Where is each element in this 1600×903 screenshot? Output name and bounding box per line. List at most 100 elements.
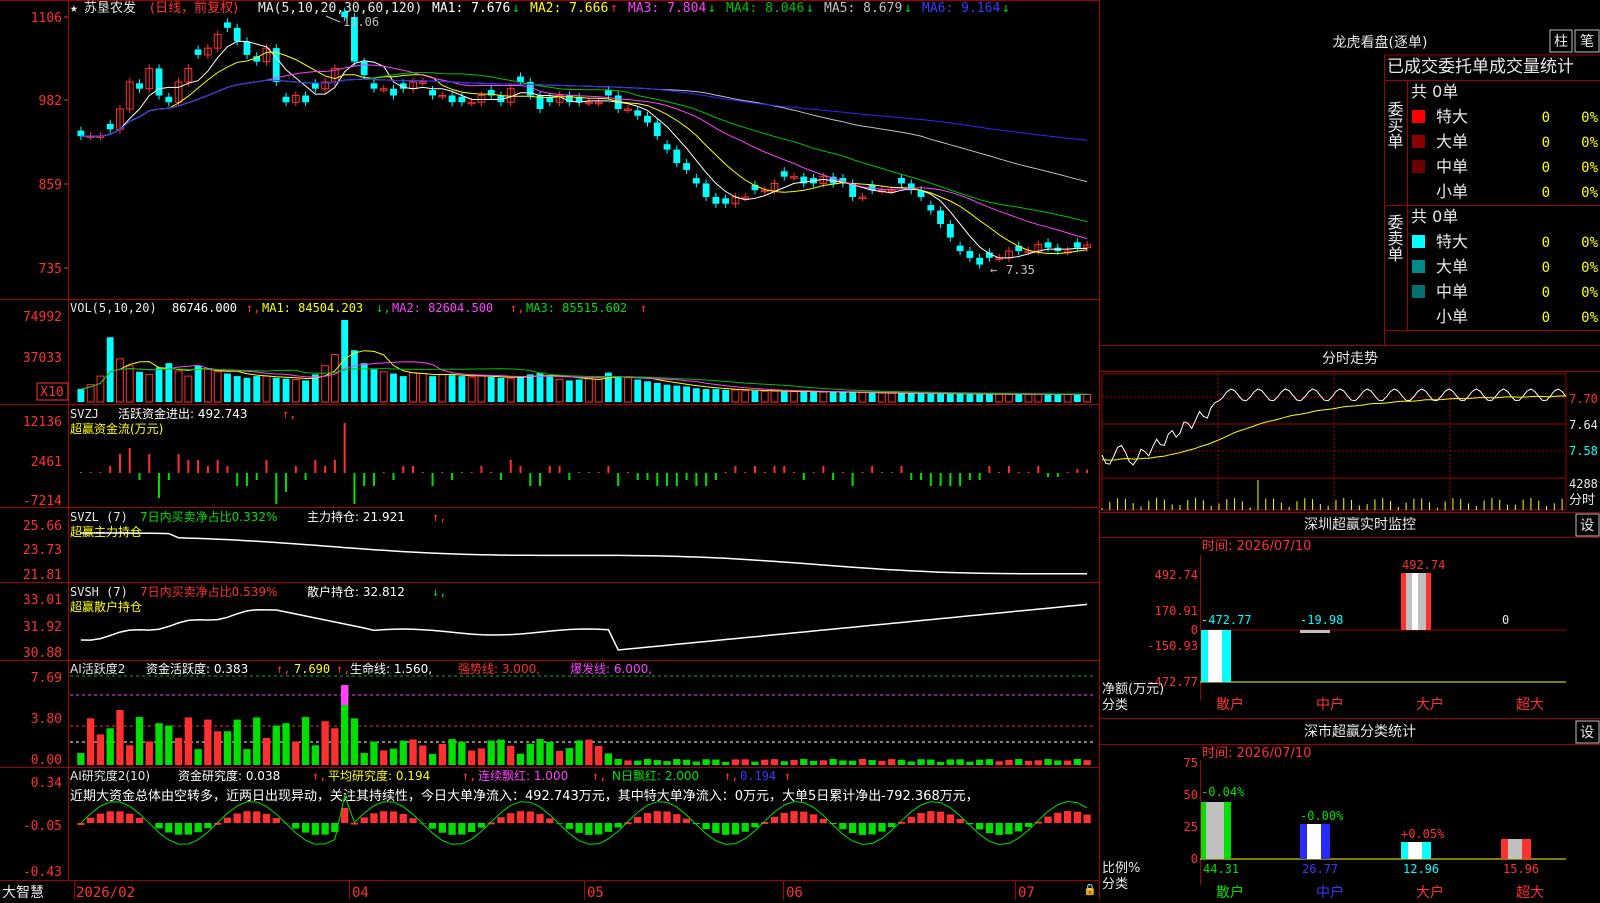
volume-bar (1006, 394, 1013, 402)
svzj-bar (774, 466, 776, 473)
ai-research-bar (292, 823, 299, 828)
ai-active-bar (917, 759, 924, 765)
volume-bar (1064, 394, 1071, 402)
order-size-swatch (1412, 285, 1425, 298)
ai-research-bar (175, 823, 182, 835)
ai-active-bar (575, 740, 582, 765)
ma-label: MA(5,10,20,30,60,120) (258, 1, 422, 16)
volume-bar (322, 366, 329, 402)
ai-research-bar (409, 818, 416, 823)
ai-research-bar (1083, 815, 1090, 823)
sz-monitor-settings-label[interactable]: 设 (1580, 518, 1594, 534)
ai-research-bar (917, 813, 924, 823)
ai-research-bar (693, 823, 700, 824)
svg-text:↑,: ↑, (276, 662, 290, 676)
svzj-bar (422, 472, 424, 473)
ai-research-bar (810, 814, 817, 823)
lhb-bar-label[interactable]: 柱 (1554, 34, 1568, 50)
volume-bar (136, 372, 143, 402)
volume-bar (664, 385, 671, 402)
svg-text:↓: ↓ (512, 1, 520, 16)
volume-ma-20 (81, 369, 1087, 395)
svzj-bar (217, 460, 219, 473)
stock-name[interactable]: 苏垦农发 (84, 0, 136, 16)
svzj-bar (236, 473, 238, 486)
ai-research-bar (732, 823, 739, 834)
svzj-bar (979, 473, 981, 480)
svg-text:492.74: 492.74 (1402, 558, 1445, 572)
ai-research-bar (536, 814, 543, 823)
svzj-bar (783, 466, 785, 473)
y-tick: 23.73 (23, 543, 62, 558)
ai-active-bar (742, 759, 749, 765)
ai-research-bar (468, 823, 475, 832)
ai-active-bar (273, 726, 280, 765)
candle-down (683, 163, 690, 170)
svg-text:↑: ↑ (640, 301, 647, 315)
ai-research-bar (771, 817, 778, 823)
svzj-bar (598, 472, 600, 473)
ma6-value: MA6: 9.164 (922, 1, 1000, 16)
candle-down (156, 68, 163, 95)
volume-bar (537, 373, 544, 402)
svg-text:↑,: ↑, (592, 769, 606, 783)
intraday-title: 分时走势 (1322, 351, 1378, 367)
ai-active-bar (458, 742, 465, 765)
vol-y-axis: 74992 37033 (23, 310, 62, 366)
svzj-bar (197, 460, 199, 473)
svzj-bar (1018, 472, 1020, 473)
ai-research-bar (585, 823, 592, 835)
svzj-bar (676, 473, 678, 486)
lhb-pen-label[interactable]: 笔 (1580, 34, 1594, 50)
ai-research-bar (986, 823, 993, 833)
svzj-bar (246, 473, 248, 486)
svsh-y-axis: 33.01 31.92 30.88 (23, 593, 62, 661)
ai-active-bar (478, 748, 485, 765)
svzj-bar (490, 472, 492, 473)
svzj-bar (168, 473, 170, 480)
ai-research-bar (781, 813, 788, 823)
ai-active-header: AI活跃度2 资金活跃度: 0.383 ↑, 7.690 ↑, 生命线: 1.5… (70, 661, 652, 676)
price-markers: 11.06 7.35 ← (326, 15, 1035, 277)
svg-text:15.96: 15.96 (1503, 862, 1539, 876)
volume-bar (77, 389, 84, 402)
buy-total: 共 0单 (1411, 82, 1458, 101)
ai-research-bar (527, 811, 534, 823)
lock-icon[interactable]: 🔒 (1083, 883, 1097, 896)
svzj-bar (129, 448, 131, 473)
volume-bar (771, 391, 778, 402)
sz-classify-settings-label[interactable]: 设 (1580, 725, 1594, 741)
sz-y-tick: 0 (1191, 623, 1198, 637)
x-tick: 07 (1018, 885, 1035, 900)
svzj-bar (871, 466, 873, 473)
ai-active-bar (439, 744, 446, 765)
ai-active-bar (263, 738, 270, 765)
svzj-label: SVZJ (70, 407, 99, 421)
order-pct: 0% (1581, 260, 1598, 276)
svzj-bar (930, 473, 932, 486)
x-tick: 06 (786, 885, 803, 900)
ai-active-bar (888, 759, 895, 765)
candle-down (1045, 242, 1052, 247)
ai-active-bar (996, 761, 1003, 765)
sz-monitor-panel: 深圳超赢实时监控 设 时间: 2026/07/10 492.74 170.91 … (1100, 514, 1600, 719)
sz-classify-date: 时间: 2026/07/10 (1202, 746, 1311, 761)
svg-text:↓: ↓ (708, 1, 716, 16)
volume-bar (507, 379, 514, 402)
star-icon[interactable]: ★ (70, 1, 78, 16)
svzj-bar (432, 473, 434, 486)
volume-bar (644, 381, 651, 402)
volume-bar (673, 386, 680, 402)
order-count: 0 (1542, 260, 1550, 276)
period-tag[interactable]: (日线，前复权) (150, 0, 238, 16)
brand-label[interactable]: 大智慧 (2, 885, 44, 900)
candle-down (136, 83, 143, 88)
candle-down (283, 97, 290, 102)
svzj-bar (148, 454, 150, 473)
ai-active-value: 资金活跃度: 0.383 (146, 661, 248, 676)
svzj-bar (80, 472, 82, 473)
volume-bar (390, 374, 397, 402)
ai-active-bar (214, 731, 221, 765)
volume-bar (546, 376, 553, 402)
svzj-bar (373, 473, 375, 486)
